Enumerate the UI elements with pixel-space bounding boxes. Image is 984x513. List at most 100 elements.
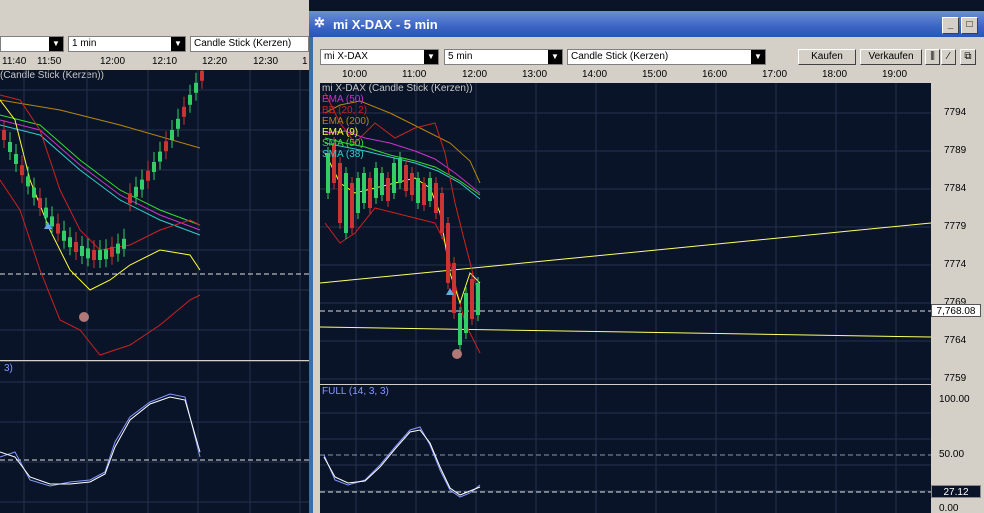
chart-window[interactable]: ✲ mi X-DAX - 5 min _ □ mi X-DAX ▼ 5 min ▼ …: [309, 11, 984, 513]
left-price-chart[interactable]: (Candle Stick (Kerzen)): [0, 70, 309, 360]
left-sell-signal-marker: [79, 312, 89, 322]
price-label: 7774: [944, 259, 967, 270]
time-label: 18:00: [822, 69, 848, 80]
left-candle-body: [116, 243, 120, 254]
left-toolbar: ▼ 1 min ▼ Candle Stick (Kerzen): [0, 35, 309, 53]
price-label: 7784: [944, 183, 967, 194]
candle-body: [434, 183, 438, 213]
candle-body: [338, 163, 342, 223]
time-axis: 10:00 11:00 12:00 13:00 14:00 15:00 16:0…: [320, 67, 984, 83]
candle-body: [362, 173, 366, 203]
time-label: 19:00: [882, 69, 908, 80]
price-axis: 7794 7789 7784 7779 7774 7769 7764 7759 …: [931, 83, 984, 384]
oscillator-chart[interactable]: FULL (14, 3, 3): [320, 385, 931, 513]
candle-body: [440, 193, 444, 233]
time-label: 16:00: [702, 69, 728, 80]
left-candle-body: [158, 151, 162, 162]
legend-bb: BB (20, 2): [322, 105, 368, 116]
minimize-button[interactable]: _: [942, 17, 959, 34]
price-plot: [320, 83, 931, 384]
osc-label-100: 100.00: [939, 394, 970, 405]
time-label: 14:00: [582, 69, 608, 80]
chevron-down-icon[interactable]: ▼: [171, 37, 185, 51]
chevron-down-icon[interactable]: ▼: [548, 50, 562, 64]
candle-body: [344, 173, 348, 233]
price-label: 7789: [944, 145, 967, 156]
left-candle-body: [188, 94, 192, 105]
left-candle-body: [140, 179, 144, 190]
left-instrument-select[interactable]: ▼: [0, 36, 64, 52]
time-label: 10:00: [342, 69, 368, 80]
left-candle-body: [182, 106, 186, 117]
left-candle-body: [134, 186, 138, 197]
charttype-select[interactable]: Candle Stick (Kerzen) ▼: [567, 49, 766, 65]
candle-body: [410, 173, 414, 195]
left-candle-body: [146, 170, 150, 181]
osc-label-0: 0.00: [939, 503, 959, 513]
left-charttype-select[interactable]: Candle Stick (Kerzen): [190, 36, 309, 52]
left-candle-body: [98, 250, 102, 260]
price-label: 7794: [944, 107, 967, 118]
chevron-down-icon[interactable]: ▼: [424, 50, 438, 64]
candle-body: [470, 279, 474, 319]
candle-body: [374, 168, 378, 198]
bar-chart-icon[interactable]: ⫼: [925, 49, 940, 65]
draw-line-icon[interactable]: ∕: [941, 49, 956, 65]
price-chart[interactable]: mi X-DAX (Candle Stick (Kerzen)) EMA (50…: [320, 83, 931, 384]
left-oscillator[interactable]: 3): [0, 361, 309, 513]
left-candle-body: [122, 238, 126, 249]
candle-body: [458, 313, 462, 345]
oscillator-axis: 100.00 50.00 0.00 27.12: [931, 385, 984, 513]
window-titlebar[interactable]: ✲ mi X-DAX - 5 min _ □: [309, 11, 984, 37]
left-interval-select[interactable]: 1 min ▼: [68, 36, 186, 52]
window-title: mi X-DAX - 5 min: [333, 17, 438, 32]
background-chart-window[interactable]: ▼ 1 min ▼ Candle Stick (Kerzen) 11:40 11:…: [0, 0, 309, 513]
left-candle-body: [164, 141, 168, 152]
osc-label-50: 50.00: [939, 449, 965, 460]
left-candle-body: [62, 230, 66, 241]
left-candle-body: [26, 176, 30, 187]
price-label: 7759: [944, 373, 967, 384]
app-icon: ✲: [314, 15, 325, 30]
candle-body: [368, 178, 372, 208]
left-ema200-line: [0, 99, 201, 149]
left-candle-body: [2, 130, 6, 140]
time-label: 15:00: [642, 69, 668, 80]
left-candle-body: [74, 242, 78, 252]
buy-button[interactable]: Kaufen: [798, 49, 856, 65]
time-label: 12:00: [100, 56, 126, 67]
left-osc-d-line: [0, 396, 201, 485]
time-label: 17:00: [762, 69, 788, 80]
left-candle-body: [200, 70, 204, 81]
time-label: 1: [302, 56, 308, 67]
trendline-upper: [320, 222, 931, 284]
sell-button[interactable]: Verkaufen: [860, 49, 922, 65]
left-candle-body: [194, 82, 198, 93]
chevron-down-icon[interactable]: ▼: [49, 37, 63, 51]
maximize-button[interactable]: □: [961, 17, 978, 34]
left-candle-body: [110, 246, 114, 257]
candle-body: [422, 183, 426, 205]
left-candle-body: [50, 216, 54, 227]
left-candle-body: [20, 165, 24, 176]
candle-body: [476, 283, 480, 315]
time-label: 12:00: [462, 69, 488, 80]
oscillator-label: FULL (14, 3, 3): [322, 386, 389, 397]
price-label: 7764: [944, 335, 967, 346]
price-label: 7779: [944, 221, 967, 232]
left-candle-body: [56, 223, 60, 234]
time-label: 11:50: [37, 56, 62, 67]
legend-sma38: SMA (38): [322, 149, 364, 160]
left-candle-body: [38, 198, 42, 208]
interval-select[interactable]: 5 min ▼: [444, 49, 563, 65]
candle-body: [386, 178, 390, 201]
candle-body: [356, 178, 360, 213]
new-window-icon[interactable]: ⧉: [960, 49, 976, 65]
chevron-down-icon[interactable]: ▼: [751, 50, 765, 64]
candle-body: [416, 178, 420, 203]
chart-toolbar: mi X-DAX ▼ 5 min ▼ Candle Stick (Kerzen) ▼ …: [319, 48, 984, 66]
left-candle-body: [104, 249, 108, 260]
time-label: 11:00: [402, 69, 427, 80]
time-label: 12:20: [202, 56, 228, 67]
instrument-select[interactable]: mi X-DAX ▼: [320, 49, 439, 65]
